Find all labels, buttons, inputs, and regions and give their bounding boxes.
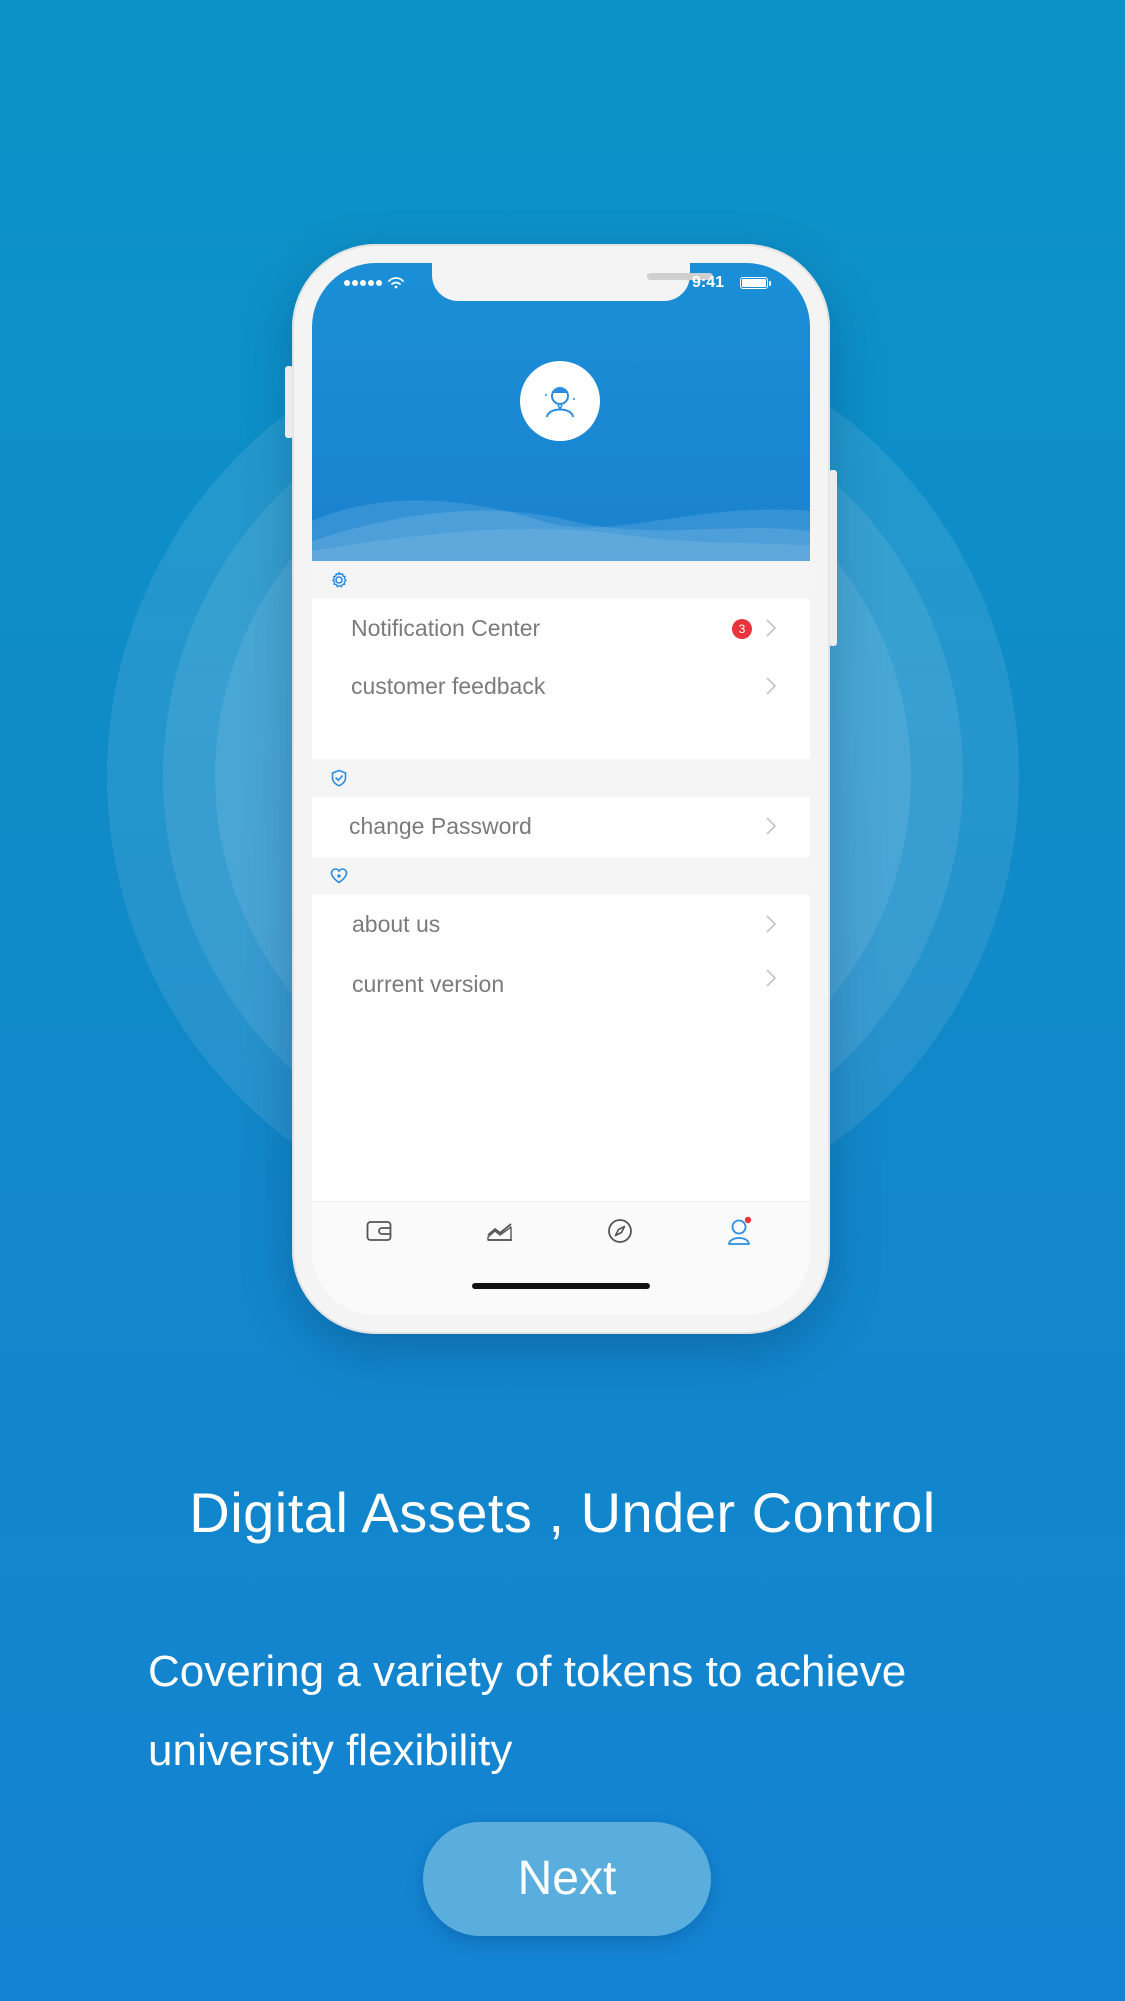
tab-market[interactable] — [485, 1216, 515, 1246]
chevron-right-icon — [766, 619, 776, 637]
tab-wallet[interactable] — [364, 1216, 394, 1246]
section-header-general — [312, 561, 810, 599]
menu-item-customer-feedback[interactable]: customer feedback — [312, 657, 810, 715]
chevron-right-icon — [766, 969, 776, 987]
menu-item-notification-center[interactable]: Notification Center 3 — [312, 599, 810, 657]
menu-item-label: change Password — [349, 813, 532, 839]
profile-icon — [728, 1216, 752, 1245]
header-waves — [312, 500, 810, 561]
chevron-right-icon — [766, 677, 776, 695]
tab-bar — [312, 1201, 810, 1315]
chevron-right-icon — [766, 915, 776, 933]
onboarding-headline: Digital Assets , Under Control — [189, 1481, 936, 1544]
onboarding-description: Covering a variety of tokens to achieve … — [148, 1647, 907, 1775]
phone-notch — [432, 263, 713, 301]
market-chart-icon — [487, 1223, 512, 1241]
notification-badge: 3 — [732, 619, 752, 639]
menu-item-label: about us — [352, 911, 441, 937]
battery-icon — [740, 277, 771, 289]
phone-side-button — [285, 366, 293, 438]
signal-icon — [344, 280, 382, 286]
home-indicator[interactable] — [472, 1283, 650, 1289]
phone-power-button — [829, 470, 837, 646]
menu-item-label: Notification Center — [351, 615, 541, 641]
section-header-security — [312, 759, 810, 797]
menu-item-label: current version — [352, 971, 505, 997]
menu-item-change-password[interactable]: change Password — [312, 797, 810, 855]
compass-icon — [608, 1219, 632, 1243]
tab-profile[interactable] — [725, 1216, 755, 1246]
chevron-right-icon — [766, 817, 776, 835]
shield-check-icon — [331, 769, 347, 787]
gear-icon — [332, 571, 347, 588]
phone-screen: 9:41 Notification Center 3 customer feed… — [312, 263, 810, 1315]
heart-icon — [330, 868, 348, 884]
status-time: 9:41 — [692, 274, 725, 291]
avatar[interactable] — [520, 361, 600, 441]
phone-mockup: 9:41 Notification Center 3 customer feed… — [285, 244, 837, 1334]
menu-item-about-us[interactable]: about us — [312, 895, 810, 953]
tab-discover[interactable] — [605, 1216, 635, 1246]
next-button[interactable]: Next — [423, 1822, 711, 1936]
menu-item-current-version[interactable]: current version — [312, 955, 810, 1013]
status-signal — [344, 277, 404, 289]
section-header-about — [312, 857, 810, 895]
wallet-icon — [366, 1221, 392, 1241]
menu-item-label: customer feedback — [351, 673, 546, 699]
wifi-icon — [388, 277, 404, 289]
user-avatar-icon — [545, 387, 575, 418]
